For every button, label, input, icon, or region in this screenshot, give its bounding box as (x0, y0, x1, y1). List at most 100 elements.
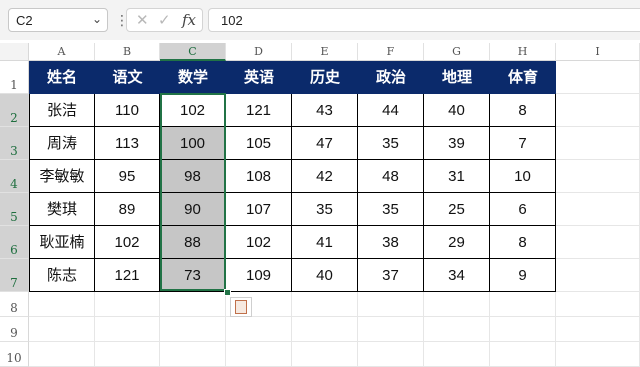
table-cell[interactable]: 41 (292, 226, 358, 259)
paste-options-button[interactable] (230, 297, 252, 317)
table-cell[interactable]: 9 (490, 259, 556, 292)
table-cell[interactable]: 25 (424, 193, 490, 226)
table-cell[interactable]: 40 (292, 259, 358, 292)
empty-cell[interactable] (424, 342, 490, 367)
table-cell[interactable]: 110 (95, 94, 160, 127)
empty-cell[interactable] (29, 342, 95, 367)
table-cell[interactable]: 周涛 (29, 127, 95, 160)
column-header-e[interactable]: E (292, 43, 358, 61)
row-header-8[interactable]: 8 (0, 292, 29, 317)
chevron-down-icon[interactable]: ⌄ (92, 12, 102, 26)
row-header-2[interactable]: 2 (0, 94, 29, 127)
table-cell[interactable]: 98 (160, 160, 226, 193)
empty-cell[interactable] (95, 292, 160, 317)
empty-cell[interactable] (358, 342, 424, 367)
empty-cell[interactable] (556, 317, 640, 342)
row-header-1[interactable]: 1 (0, 61, 29, 94)
table-cell[interactable]: 102 (160, 94, 226, 127)
table-cell[interactable]: 105 (226, 127, 292, 160)
table-cell[interactable]: 29 (424, 226, 490, 259)
header-cell[interactable]: 历史 (292, 61, 358, 94)
select-all-button[interactable] (0, 43, 29, 61)
header-cell[interactable]: 姓名 (29, 61, 95, 94)
empty-cell[interactable] (29, 292, 95, 317)
table-cell[interactable]: 121 (95, 259, 160, 292)
table-cell[interactable]: 90 (160, 193, 226, 226)
empty-cell[interactable] (95, 317, 160, 342)
table-cell[interactable]: 35 (358, 193, 424, 226)
insert-function-icon[interactable]: fx (182, 11, 196, 29)
check-icon[interactable]: ✓ (158, 11, 171, 29)
header-cell[interactable]: 政治 (358, 61, 424, 94)
empty-cell[interactable] (490, 317, 556, 342)
empty-cell[interactable] (160, 317, 226, 342)
row-header-5[interactable]: 5 (0, 193, 29, 226)
table-cell[interactable]: 31 (424, 160, 490, 193)
table-cell[interactable]: 108 (226, 160, 292, 193)
table-cell[interactable]: 102 (95, 226, 160, 259)
table-cell[interactable]: 耿亚楠 (29, 226, 95, 259)
header-cell[interactable]: 体育 (490, 61, 556, 94)
column-header-g[interactable]: G (424, 43, 490, 61)
table-cell[interactable]: 37 (358, 259, 424, 292)
table-cell[interactable]: 42 (292, 160, 358, 193)
empty-cell[interactable] (292, 292, 358, 317)
row-header-7[interactable]: 7 (0, 259, 29, 292)
empty-cell[interactable] (556, 259, 640, 292)
table-cell[interactable]: 107 (226, 193, 292, 226)
empty-cell[interactable] (160, 292, 226, 317)
column-header-h[interactable]: H (490, 43, 556, 61)
empty-cell[interactable] (424, 317, 490, 342)
table-cell[interactable]: 95 (95, 160, 160, 193)
row-header-4[interactable]: 4 (0, 160, 29, 193)
fill-handle[interactable] (224, 289, 231, 296)
table-cell[interactable]: 35 (292, 193, 358, 226)
empty-cell[interactable] (556, 193, 640, 226)
row-header-9[interactable]: 9 (0, 317, 29, 342)
empty-cell[interactable] (556, 292, 640, 317)
table-cell[interactable]: 47 (292, 127, 358, 160)
table-cell[interactable]: 樊琪 (29, 193, 95, 226)
table-cell[interactable]: 张洁 (29, 94, 95, 127)
table-cell[interactable]: 102 (226, 226, 292, 259)
table-cell[interactable]: 38 (358, 226, 424, 259)
empty-cell[interactable] (556, 127, 640, 160)
column-header-b[interactable]: B (95, 43, 160, 61)
row-header-3[interactable]: 3 (0, 127, 29, 160)
name-box[interactable]: C2 ⌄ (8, 8, 108, 32)
table-cell[interactable]: 100 (160, 127, 226, 160)
empty-cell[interactable] (292, 317, 358, 342)
table-cell[interactable]: 34 (424, 259, 490, 292)
empty-cell[interactable] (226, 342, 292, 367)
empty-cell[interactable] (160, 342, 226, 367)
header-cell[interactable]: 语文 (95, 61, 160, 94)
empty-cell[interactable] (95, 342, 160, 367)
empty-cell[interactable] (556, 342, 640, 367)
table-cell[interactable]: 109 (226, 259, 292, 292)
table-cell[interactable]: 10 (490, 160, 556, 193)
table-cell[interactable]: 李敏敏 (29, 160, 95, 193)
table-cell[interactable]: 73 (160, 259, 226, 292)
header-cell[interactable]: 数学 (160, 61, 226, 94)
table-cell[interactable]: 8 (490, 94, 556, 127)
cancel-icon[interactable]: ✕ (136, 11, 149, 29)
table-cell[interactable]: 44 (358, 94, 424, 127)
row-header-10[interactable]: 10 (0, 342, 29, 367)
table-cell[interactable]: 48 (358, 160, 424, 193)
table-cell[interactable]: 43 (292, 94, 358, 127)
column-header-i[interactable]: I (556, 43, 640, 61)
column-header-d[interactable]: D (226, 43, 292, 61)
empty-cell[interactable] (490, 292, 556, 317)
table-cell[interactable]: 35 (358, 127, 424, 160)
empty-cell[interactable] (556, 226, 640, 259)
header-cell[interactable]: 地理 (424, 61, 490, 94)
empty-cell[interactable] (556, 94, 640, 127)
column-header-f[interactable]: F (358, 43, 424, 61)
column-header-c[interactable]: C (160, 43, 226, 61)
table-cell[interactable]: 88 (160, 226, 226, 259)
column-header-a[interactable]: A (29, 43, 95, 61)
empty-cell[interactable] (556, 160, 640, 193)
table-cell[interactable]: 7 (490, 127, 556, 160)
formula-input[interactable]: 102 (208, 8, 640, 32)
empty-cell[interactable] (358, 317, 424, 342)
